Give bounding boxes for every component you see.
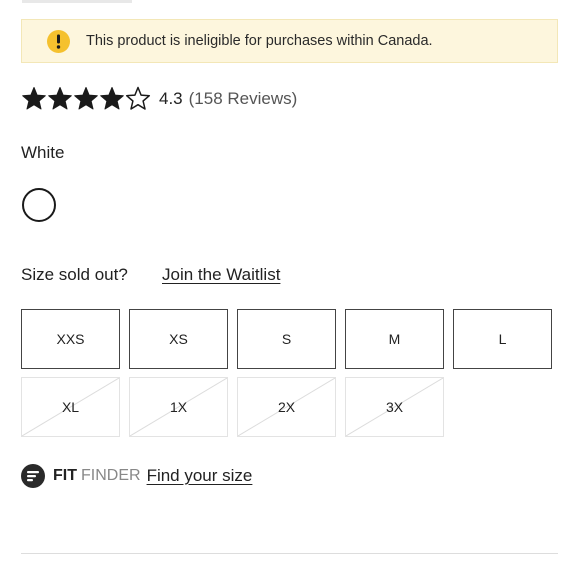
- fit-finder-brand-bold: FIT: [53, 467, 77, 484]
- size-option-label: XL: [61, 399, 80, 415]
- ineligible-notice-banner: This product is ineligible for purchases…: [21, 19, 558, 63]
- star-filled-icon: [48, 87, 72, 110]
- size-option-label: XS: [169, 331, 188, 347]
- size-option-label: XXS: [56, 331, 85, 347]
- star-filled-icon: [74, 87, 98, 110]
- rating-value: 4.3: [159, 89, 183, 108]
- review-count-link[interactable]: (158 Reviews): [189, 89, 298, 109]
- size-option-label: M: [388, 331, 401, 347]
- size-option-label: 1X: [169, 399, 188, 415]
- find-your-size-link[interactable]: Find your size: [147, 466, 253, 486]
- size-option-s[interactable]: S: [237, 309, 336, 369]
- top-divider-stub: [22, 0, 132, 3]
- section-divider: [21, 553, 558, 554]
- color-swatch-white[interactable]: [22, 188, 56, 222]
- size-option-xl[interactable]: XL: [21, 377, 120, 437]
- fit-finder: FIT FINDER Find your size: [21, 463, 252, 489]
- fit-finder-brand-light: FINDER: [81, 467, 141, 484]
- product-rating[interactable]: 4.3 (158 Reviews): [21, 86, 297, 112]
- size-option-label: 2X: [277, 399, 296, 415]
- exclamation-icon: [47, 30, 70, 53]
- size-option-label: S: [281, 331, 292, 347]
- join-waitlist-link[interactable]: Join the Waitlist: [162, 265, 280, 285]
- size-option-m[interactable]: M: [345, 309, 444, 369]
- fit-finder-logo-icon: [21, 464, 45, 488]
- size-option-label: L: [498, 331, 507, 347]
- star-filled-icon: [100, 87, 124, 110]
- star-filled-icon: [22, 87, 46, 110]
- rating-stars: [21, 86, 151, 112]
- size-option-1x[interactable]: 1X: [129, 377, 228, 437]
- size-option-2x[interactable]: 2X: [237, 377, 336, 437]
- size-sold-out-text: Size sold out?: [21, 265, 128, 284]
- star-outline-icon: [125, 86, 151, 110]
- notice-text: This product is ineligible for purchases…: [86, 33, 433, 49]
- size-option-3x[interactable]: 3X: [345, 377, 444, 437]
- selected-color-label: White: [21, 143, 65, 162]
- size-option-l[interactable]: L: [453, 309, 552, 369]
- size-option-xs[interactable]: XS: [129, 309, 228, 369]
- size-option-label: 3X: [385, 399, 404, 415]
- size-option-xxs[interactable]: XXS: [21, 309, 120, 369]
